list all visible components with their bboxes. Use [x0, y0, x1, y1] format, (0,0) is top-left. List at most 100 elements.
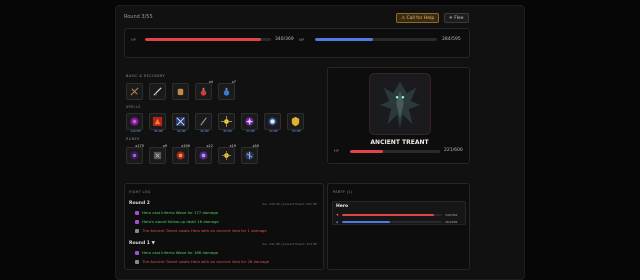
void-rune-icon: [130, 151, 139, 160]
slot-crossbow[interactable]: [126, 83, 143, 100]
party-mp-value: 284/595: [445, 220, 458, 224]
rune-count: x12: [206, 144, 213, 148]
mana-potion-count: x7: [231, 80, 236, 84]
spell-cost: 60 MP: [177, 129, 186, 133]
spell-cost: 95 MP: [223, 129, 232, 133]
rune-count: x175: [135, 144, 144, 148]
hero-mp-bar: [315, 38, 437, 41]
runes-section-title: RUNES: [126, 137, 140, 141]
slot-frost-rune[interactable]: x50: [241, 144, 259, 164]
log-round-1-title[interactable]: Round 1 ▼: [129, 241, 155, 246]
hero-hp-fill: [145, 38, 262, 41]
round-counter: Round 3/55: [124, 14, 153, 20]
claw-icon: [135, 229, 139, 233]
fireball-icon: [152, 116, 163, 127]
log-line: Hero's sword follow-up dealt 16 damage: [142, 219, 219, 224]
slot-fireball[interactable]: 80 MP: [149, 113, 166, 133]
enemy-hp-value: 221/600: [444, 148, 463, 153]
log-line: The Ancient Treant swats Hero with an an…: [142, 228, 267, 233]
spell-cost: 120 MP: [130, 129, 141, 133]
log-line: The Ancient Treant swats Hero with an an…: [142, 259, 270, 264]
spell-icon: [135, 211, 139, 215]
basic-section-title: BASIC & RECOVERY: [126, 74, 165, 78]
spells-section-title: SPELLS: [126, 105, 141, 109]
treant-icon: [379, 81, 421, 129]
party-title: PARTY (1): [333, 190, 353, 194]
log-line: Hero cast Inferno Wave for 186 damage: [142, 250, 218, 255]
shadow-bolt-icon: [200, 117, 207, 126]
rune-count: x19: [229, 144, 236, 148]
heart-icon: ♥: [336, 213, 339, 217]
spell-cost: 80 MP: [154, 129, 163, 133]
mana-icon: ◆: [336, 220, 339, 224]
rune-count: x9: [162, 144, 167, 148]
slot-inferno-wave[interactable]: 120 MP: [126, 113, 143, 133]
log-round-1-meta: You: 341 HP | Ancient Treant: 414 HP: [261, 242, 317, 246]
arcane-rune-icon: [199, 151, 208, 160]
spell-cost: 50 MP: [269, 129, 278, 133]
spell-icon: [135, 251, 139, 255]
mana-potion-icon: [223, 87, 230, 96]
spell-icon: [135, 220, 139, 224]
enemy-hp-label: HP: [334, 149, 339, 153]
slot-arcane-rune[interactable]: x12: [195, 144, 213, 164]
enemy-card: ANCIENT TREANT HP 221/600: [327, 67, 470, 164]
hero-hp-bar: [145, 38, 271, 41]
holy-burst-icon: [221, 116, 232, 127]
slot-frost-ring[interactable]: 50 MP: [264, 113, 281, 133]
frost-rune-icon: [245, 151, 254, 160]
stone-rune-icon: [153, 151, 162, 160]
rune-count: x190: [181, 144, 190, 148]
slot-health-potion[interactable]: x4: [195, 80, 213, 100]
inferno-wave-icon: [130, 117, 139, 126]
golden-shield-icon: [291, 116, 300, 127]
fire-rune-icon: [176, 151, 185, 160]
enemy-hp-bar: [350, 150, 440, 153]
hero-hp-label: HP: [131, 38, 136, 42]
health-potion-icon: [200, 87, 207, 96]
hero-hp-value: 340/369: [275, 37, 294, 42]
log-round-2-title: Round 2: [129, 201, 150, 206]
party-hp-bar: [342, 214, 442, 216]
slot-holy-burst[interactable]: 95 MP: [218, 113, 235, 133]
slot-stone-rune[interactable]: x9: [149, 144, 167, 164]
slot-fire-rune[interactable]: x190: [172, 144, 190, 164]
slot-fist[interactable]: [172, 83, 189, 100]
log-title: FIGHT LOG: [129, 190, 151, 194]
slot-void-rune[interactable]: x175: [126, 144, 144, 164]
claw-icon: [135, 260, 139, 264]
party-hp-value: 340/369: [445, 213, 458, 217]
rune-count: x50: [252, 144, 259, 148]
frost-ring-icon: [268, 117, 277, 126]
party-member-hero[interactable]: Hero ♥ 340/369 ◆ 284/595: [332, 201, 466, 225]
party-mp-fill: [342, 221, 390, 223]
spell-cost: 65 MP: [292, 129, 301, 133]
combat-panel: Round 3/55 ⚠ Call for Help ✈ Flee HP 340…: [115, 5, 525, 280]
health-potion-count: x4: [208, 80, 213, 84]
slot-sun-rune[interactable]: x19: [218, 144, 236, 164]
spell-cost: 40 MP: [200, 129, 209, 133]
hero-mp-value: 284/595: [442, 37, 461, 42]
slot-mana-potion[interactable]: x7: [218, 80, 236, 100]
enemy-portrait[interactable]: [369, 73, 431, 135]
arcane-star-icon: [245, 117, 254, 126]
call-for-help-button[interactable]: ⚠ Call for Help: [396, 13, 440, 23]
hero-resource-bars: HP 340/369 MP 284/595: [124, 28, 470, 58]
sword-icon: [153, 87, 162, 96]
spell-cost: 55 MP: [246, 129, 255, 133]
slot-golden-shield[interactable]: 65 MP: [287, 113, 304, 133]
slot-shadow-bolt[interactable]: 40 MP: [195, 113, 212, 133]
party-hp-fill: [342, 214, 435, 216]
top-bar: Round 3/55 ⚠ Call for Help ✈ Flee: [116, 6, 524, 28]
crossbow-icon: [130, 87, 139, 96]
slot-arcane-star[interactable]: 55 MP: [241, 113, 258, 133]
slot-frost-shard[interactable]: 60 MP: [172, 113, 189, 133]
enemy-name: ANCIENT TREANT: [370, 139, 429, 146]
sun-rune-icon: [221, 150, 232, 161]
flee-button[interactable]: ✈ Flee: [444, 13, 469, 23]
slot-sword[interactable]: [149, 83, 166, 100]
fist-icon: [177, 88, 184, 96]
enemy-hp-fill: [350, 150, 384, 153]
party-member-name: Hero: [336, 204, 349, 209]
hero-mp-label: MP: [299, 38, 305, 42]
